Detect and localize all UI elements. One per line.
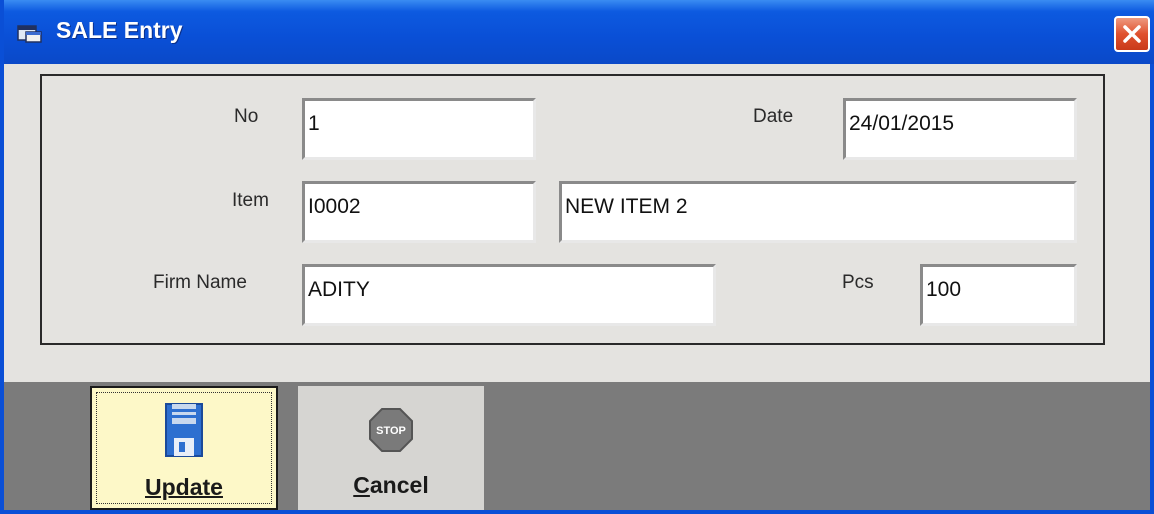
item-label: Item <box>232 190 269 211</box>
close-icon <box>1123 25 1141 43</box>
no-label: No <box>234 106 259 127</box>
update-label: Update <box>145 474 223 500</box>
sale-entry-groupbox: No 1 Date 24/01/2015 Item I0002 NEW ITEM… <box>40 74 1105 345</box>
sale-entry-window: SALE Entry No 1 Date 24/01/2015 Item I00… <box>0 0 1154 514</box>
window-title: SALE Entry <box>56 17 183 43</box>
firm-name-label: Firm Name <box>153 272 247 293</box>
firm-name-field[interactable]: ADITY <box>302 264 716 326</box>
form-area: No 1 Date 24/01/2015 Item I0002 NEW ITEM… <box>4 64 1150 382</box>
title-bar[interactable]: SALE Entry <box>4 0 1154 64</box>
cancel-label-rest: ancel <box>369 472 429 498</box>
cancel-label: Cancel <box>298 472 484 499</box>
pcs-field[interactable]: 100 <box>920 264 1077 326</box>
app-window-icon <box>17 23 43 43</box>
date-field[interactable]: 24/01/2015 <box>843 98 1077 160</box>
floppy-disk-icon <box>162 400 206 465</box>
update-button[interactable]: Update <box>90 386 278 510</box>
pcs-label: Pcs <box>842 272 874 293</box>
close-button[interactable] <box>1114 16 1150 52</box>
item-code-field[interactable]: I0002 <box>302 181 536 243</box>
cancel-mnemonic: C <box>353 472 370 498</box>
no-field[interactable]: 1 <box>302 98 536 160</box>
button-toolbar: Update STOP Cancel <box>4 382 1150 510</box>
cancel-button[interactable]: STOP Cancel <box>298 386 484 510</box>
date-label: Date <box>753 106 794 127</box>
stop-sign-icon: STOP <box>367 398 415 459</box>
item-name-field[interactable]: NEW ITEM 2 <box>559 181 1077 243</box>
stop-sign-text: STOP <box>376 425 406 437</box>
